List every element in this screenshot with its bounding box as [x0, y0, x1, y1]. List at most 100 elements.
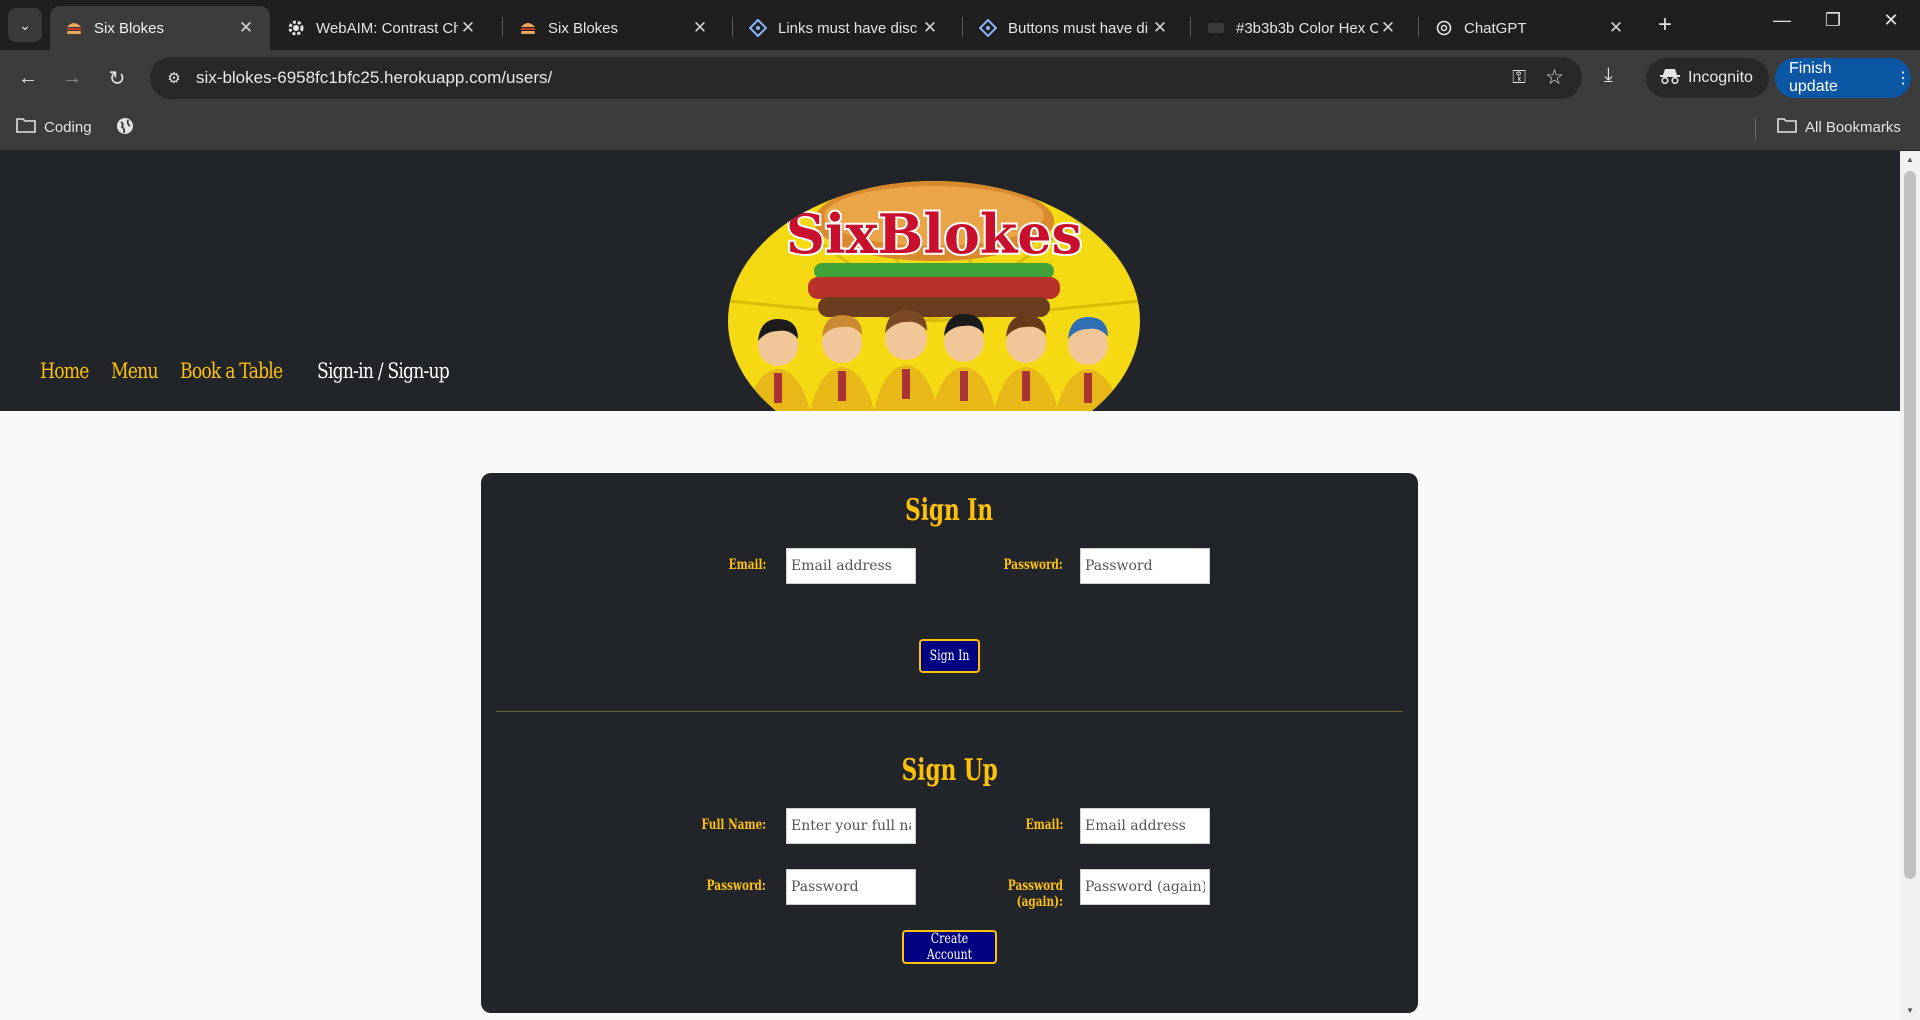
nav-home[interactable]: Home: [40, 359, 89, 383]
tab-strip: ⌄ Six Blokes ✕ WebAIM: Contrast Ch ✕ Six…: [0, 0, 1920, 50]
bookmarks-separator: [1755, 118, 1756, 140]
nav-menu[interactable]: Menu: [111, 359, 159, 383]
hex-icon: [1206, 18, 1226, 38]
tab-six-blokes[interactable]: Six Blokes ✕: [504, 6, 724, 50]
tab-search-button[interactable]: ⌄: [8, 8, 42, 42]
bookmarks-bar: Coding All Bookmarks: [0, 106, 1920, 151]
bookmark-label: Coding: [44, 118, 92, 136]
diamond-icon: [748, 18, 768, 38]
diamond-icon: [978, 18, 998, 38]
tab-separator: [732, 17, 733, 37]
sign-up-password-again-input[interactable]: [1080, 869, 1210, 905]
close-icon: ✕: [1883, 10, 1899, 30]
tab-color-hex[interactable]: #3b3b3b Color Hex C ✕: [1192, 6, 1412, 50]
logo-text: SixBlokes: [786, 202, 1082, 266]
restore-button[interactable]: ❐: [1813, 10, 1853, 31]
tab-chatgpt[interactable]: ChatGPT ✕: [1420, 6, 1640, 50]
globe-icon: [116, 117, 134, 139]
sign-up-password-label: Password:: [706, 878, 766, 894]
finish-update-button[interactable]: Finish update ⋮: [1775, 58, 1911, 98]
sign-up-email-input[interactable]: [1080, 808, 1210, 844]
scroll-up-arrow-icon[interactable]: ▲: [1905, 155, 1915, 164]
tab-six-blokes-active[interactable]: Six Blokes ✕: [50, 6, 270, 50]
section-divider: [496, 711, 1403, 712]
tab-separator: [502, 17, 503, 37]
burger-icon: [518, 18, 538, 38]
create-account-button[interactable]: Create Account: [902, 930, 997, 964]
tab-buttons[interactable]: Buttons must have di ✕: [964, 6, 1184, 50]
tab-title: Six Blokes: [94, 19, 165, 37]
tab-webaim[interactable]: WebAIM: Contrast Ch ✕: [272, 6, 492, 50]
close-icon[interactable]: ✕: [458, 18, 478, 38]
sign-up-email-label: Email:: [1025, 817, 1063, 833]
kebab-menu-icon: ⋮: [1895, 70, 1911, 87]
incognito-indicator[interactable]: Incognito: [1646, 58, 1769, 98]
site-logo[interactable]: SixBlokes: [728, 181, 1140, 411]
full-name-label: Full Name:: [701, 817, 766, 833]
reload-icon: ↻: [108, 67, 126, 90]
nav-book-a-table[interactable]: Book a Table: [180, 359, 283, 383]
tab-title: Buttons must have di: [1008, 19, 1149, 37]
tab-title: Six Blokes: [548, 19, 619, 37]
sign-in-email-input[interactable]: [786, 548, 916, 584]
all-bookmarks-button[interactable]: All Bookmarks: [1777, 117, 1901, 137]
close-window-button[interactable]: ✕: [1871, 10, 1911, 31]
address-bar[interactable]: ⚙ six-blokes-6958fc1bfc25.herokuapp.com/…: [150, 57, 1582, 99]
folder-icon: [16, 117, 36, 137]
scrollbar-thumb[interactable]: [1904, 171, 1916, 879]
sign-up-title: Sign Up: [901, 753, 998, 788]
tab-separator: [962, 17, 963, 37]
folder-icon: [1777, 117, 1797, 137]
site-settings-icon[interactable]: ⚙: [164, 68, 184, 88]
bookmark-globe[interactable]: [116, 117, 134, 139]
burger-icon: [64, 18, 84, 38]
arrow-right-icon: →: [62, 66, 82, 89]
site-header: Home Menu Book a Table Sign-in / Sign-up: [0, 151, 1900, 411]
tab-links[interactable]: Links must have disc ✕: [734, 6, 954, 50]
finish-update-label: Finish update: [1789, 60, 1838, 95]
scroll-down-arrow-icon[interactable]: ▼: [1905, 1006, 1915, 1015]
tab-title: ChatGPT: [1464, 19, 1527, 37]
new-tab-button[interactable]: +: [1652, 12, 1678, 38]
plus-icon: +: [1657, 11, 1672, 38]
close-icon[interactable]: ✕: [236, 18, 256, 38]
bookmark-coding[interactable]: Coding: [16, 117, 92, 137]
tab-title: #3b3b3b Color Hex C: [1236, 19, 1378, 37]
main-nav: Home Menu Book a Table Sign-in / Sign-up: [40, 359, 478, 383]
browser-toolbar: ← → ↻ ⚙ six-blokes-6958fc1bfc25.herokuap…: [0, 50, 1920, 106]
all-bookmarks-label: All Bookmarks: [1805, 118, 1901, 136]
sign-in-title: Sign In: [905, 493, 994, 528]
tab-separator: [1418, 17, 1419, 37]
tab-title: WebAIM: Contrast Ch: [316, 19, 458, 37]
forward-button[interactable]: →: [58, 64, 86, 92]
chevron-down-icon: ⌄: [19, 16, 31, 33]
gear-icon: [286, 18, 306, 38]
page-scrollbar[interactable]: ▲ ▼: [1900, 151, 1920, 1020]
sign-in-email-label: Email:: [728, 557, 766, 573]
arrow-left-icon: ←: [18, 66, 38, 89]
back-button[interactable]: ←: [14, 64, 42, 92]
incognito-label: Incognito: [1688, 69, 1753, 86]
sign-in-password-label: Password:: [1003, 557, 1063, 573]
tab-separator: [1190, 17, 1191, 37]
sign-up-password-input[interactable]: [786, 869, 916, 905]
close-icon[interactable]: ✕: [920, 18, 940, 38]
close-icon[interactable]: ✕: [1150, 18, 1170, 38]
tab-title: Links must have disc: [778, 19, 918, 37]
star-icon[interactable]: ☆: [1545, 65, 1564, 90]
sign-in-password-input[interactable]: [1080, 548, 1210, 584]
close-icon[interactable]: ✕: [1378, 18, 1398, 38]
sign-in-button[interactable]: Sign In: [919, 639, 980, 673]
key-icon[interactable]: ⚿: [1512, 67, 1526, 88]
minimize-button[interactable]: —: [1762, 10, 1802, 31]
restore-icon: ❐: [1824, 10, 1842, 30]
close-icon[interactable]: ✕: [690, 18, 710, 38]
full-name-input[interactable]: [786, 808, 916, 844]
nav-sign-in-sign-up[interactable]: Sign-in / Sign-up: [317, 359, 450, 383]
reload-button[interactable]: ↻: [103, 64, 131, 92]
url-text[interactable]: six-blokes-6958fc1bfc25.herokuapp.com/us…: [196, 68, 552, 88]
auth-card: Sign In Email: Password: Sign In Sign Up…: [481, 473, 1418, 1013]
close-icon[interactable]: ✕: [1606, 18, 1626, 38]
download-icon[interactable]: ⤓: [1604, 64, 1613, 87]
minimize-icon: —: [1773, 10, 1791, 30]
